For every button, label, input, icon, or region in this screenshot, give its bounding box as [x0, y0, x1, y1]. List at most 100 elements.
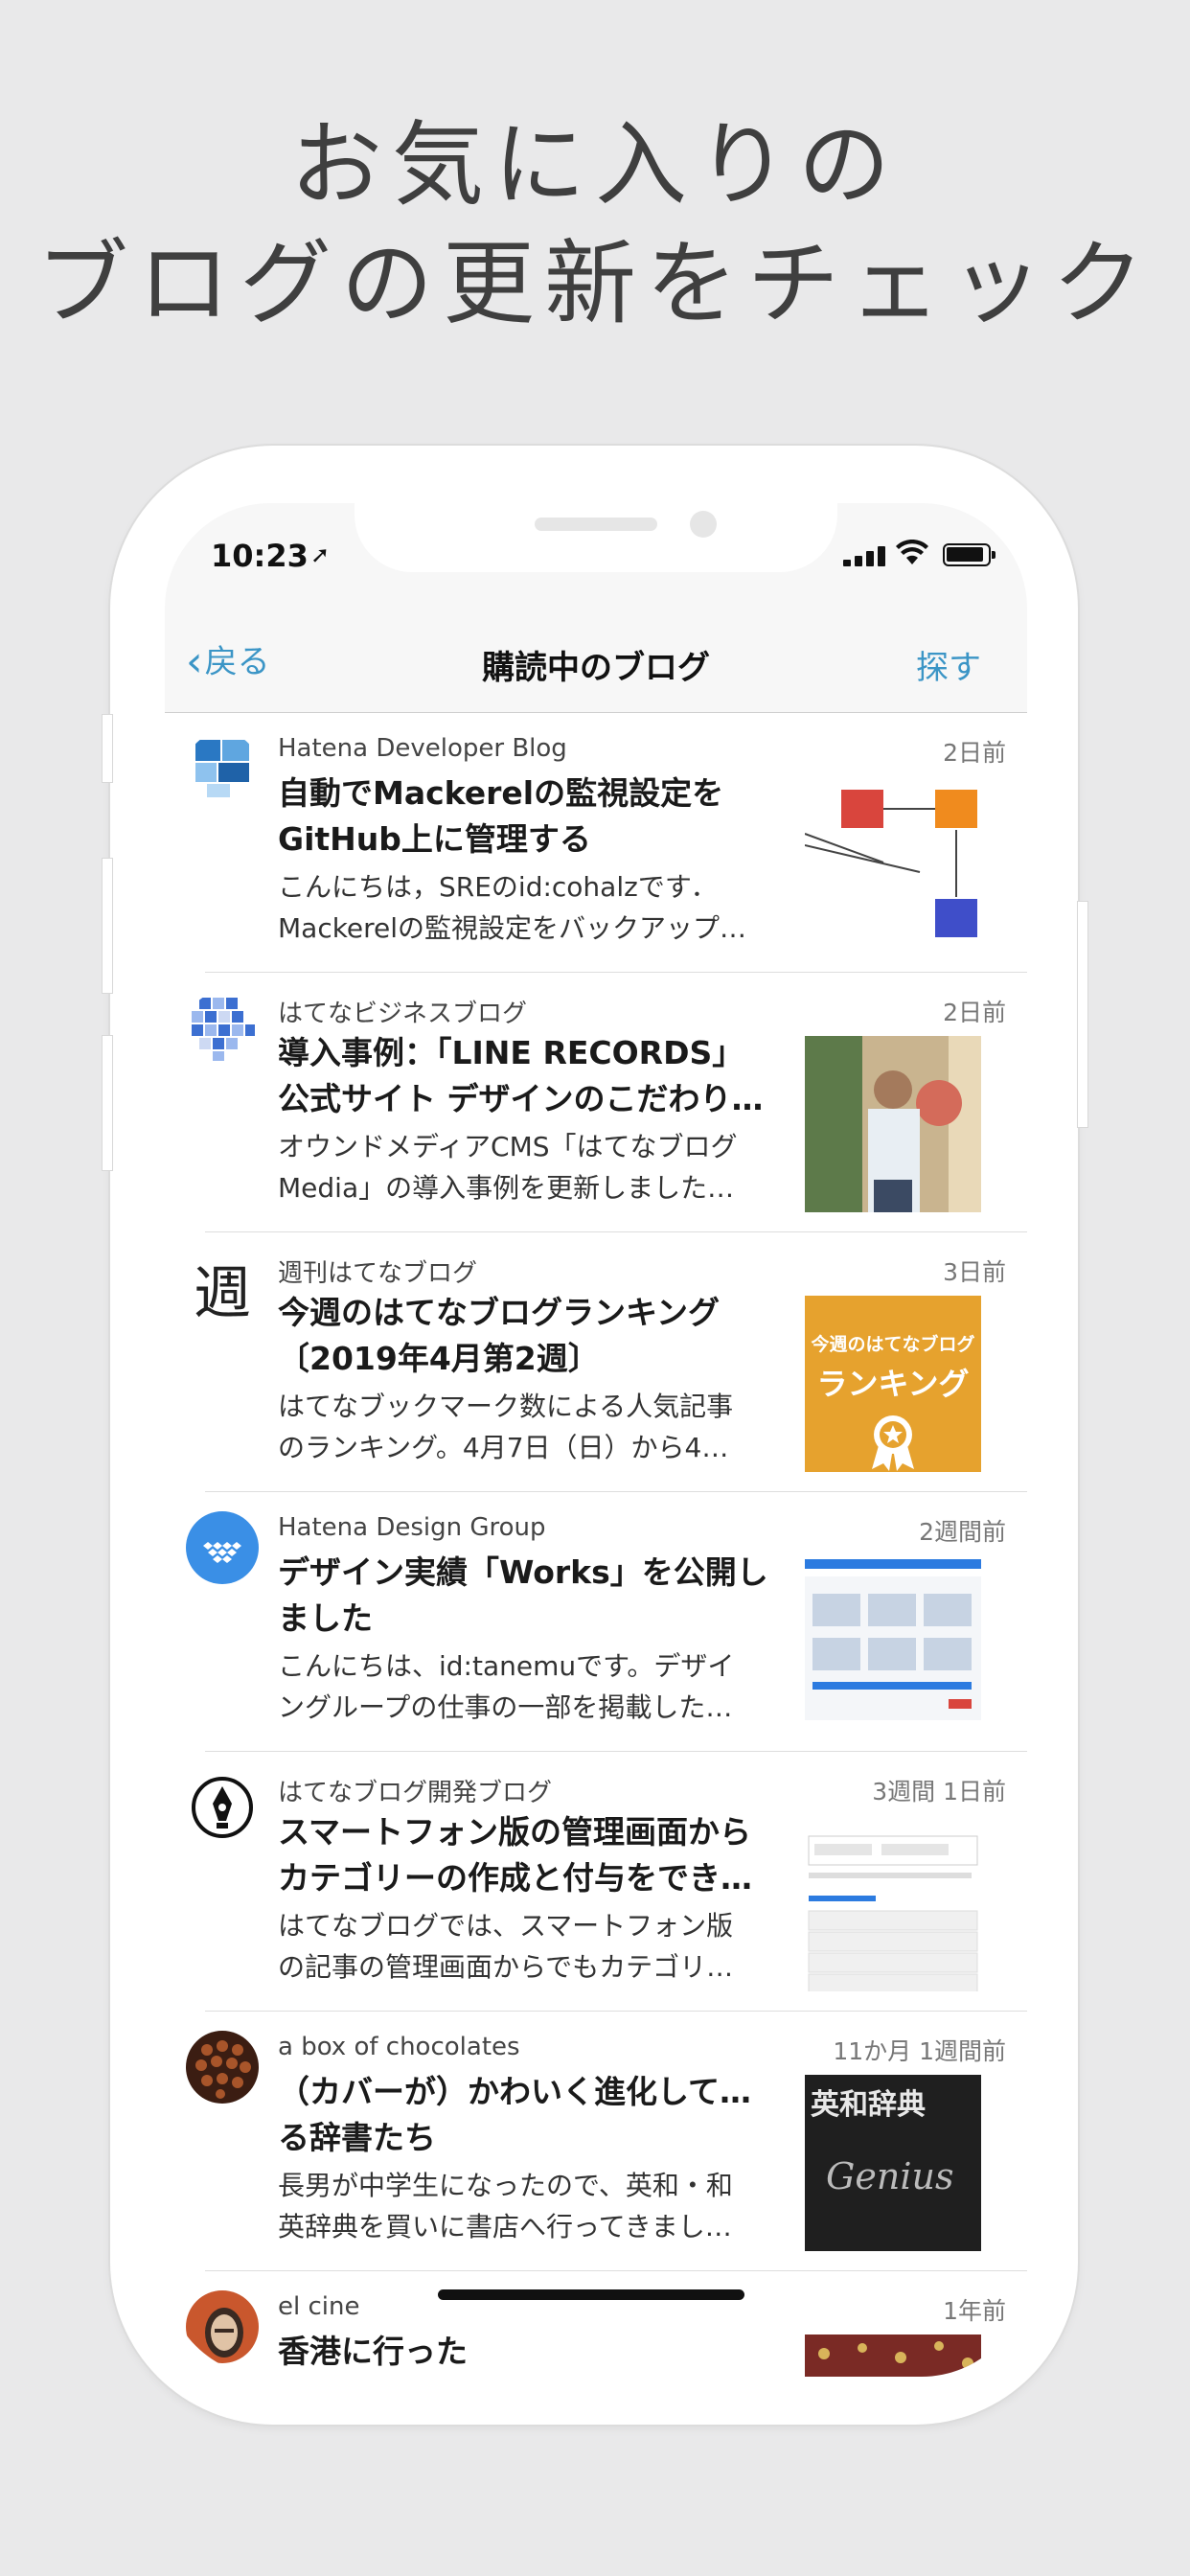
- camera: [690, 511, 717, 538]
- navigation-bar: ‹戻る 購読中のブログ 探す: [165, 609, 1027, 713]
- side-button-left-low: [102, 1035, 113, 1171]
- post-title: 今週のはてなブログランキング 〔2019年4月第2週〕: [278, 1290, 776, 1382]
- post-title: 自動でMackerelの監視設定を GitHub上に管理する: [278, 770, 776, 862]
- battery-icon: [943, 543, 995, 566]
- blog-name: Hatena Design Group: [278, 1513, 546, 1542]
- promo-headline: お気に入りの ブログの更新をチェック: [0, 105, 1190, 343]
- post-title: 香港に行った: [278, 2329, 776, 2375]
- home-indicator[interactable]: [438, 2289, 744, 2300]
- side-button-right: [1077, 901, 1088, 1128]
- list-item[interactable]: Hatena Developer Blog 2日前 自動でMackerelの監視…: [165, 713, 1027, 973]
- list-item[interactable]: a box of chocolates 11か月 1週間前 （カバーが）かわいく…: [165, 2012, 1027, 2271]
- blog-name: a box of chocolates: [278, 2033, 520, 2061]
- post-excerpt: オウンドメディアCMS「はてなブログ Media」の導入事例を更新しました…: [278, 1126, 776, 1208]
- post-title-line: る辞書たち: [278, 2119, 436, 2156]
- post-excerpt-line: はてなブックマーク数による人気記事: [278, 1391, 734, 1422]
- list-item[interactable]: はてなブログ開発ブログ 3週間 1日前 スマートフォン版の管理画面から カテゴリ…: [165, 1752, 1027, 2012]
- post-thumbnail: 今週のはてなブログ ランキング: [805, 1296, 981, 1472]
- post-date: 2日前: [943, 999, 1006, 1026]
- list-item[interactable]: はてなビジネスブログ 2日前 導入事例：「LINE RECORDS」 公式サイト…: [165, 973, 1027, 1232]
- location-arrow-icon: ➚: [310, 541, 331, 568]
- blog-name: el cine: [278, 2292, 360, 2321]
- post-excerpt-line: Media」の導入事例を更新しました…: [278, 1172, 735, 1204]
- subscribed-blog-list: Hatena Developer Blog 2日前 自動でMackerelの監視…: [165, 713, 1027, 2377]
- promo-line-2: ブログの更新をチェック: [36, 230, 1154, 337]
- post-excerpt: こんにちは、id:tanemuです。デザイ ングループの仕事の一部を掲載した…: [278, 1645, 776, 1728]
- post-excerpt-line: 英辞典を買いに書店へ行ってきまし…: [278, 2211, 732, 2242]
- post-title-line: （カバーが）かわいく進化している: [278, 2073, 776, 2110]
- post-excerpt: はてなブログでは、スマートフォン版 の記事の管理画面からでもカテゴリ…: [278, 1905, 776, 1988]
- side-button-left-top: [102, 714, 113, 783]
- blog-name: 週刊はてなブログ: [278, 1259, 478, 1288]
- post-excerpt-line: こんにちは、id:tanemuです。デザイ: [278, 1650, 735, 1682]
- list-item[interactable]: Hatena Design Group 2週間前 デザイン実績「Works」を公…: [165, 1492, 1027, 1752]
- weekly-kanji-icon: 週: [194, 1259, 251, 1325]
- post-title-line: 自動でMackerelの監視設定を: [278, 774, 724, 812]
- post-excerpt-line: こんにちは，SREのid:cohalzです．: [278, 871, 718, 903]
- post-title-line: スマートフォン版の管理画面から: [278, 1813, 752, 1851]
- blog-avatar: [186, 1771, 259, 1844]
- promo-line-1: お気に入りの: [290, 111, 900, 218]
- post-excerpt: こんにちは，SREのid:cohalzです． Mackerelの監視設定をバック…: [278, 866, 776, 949]
- post-title-line: 〔2019年4月第2週〕: [278, 1340, 600, 1377]
- post-excerpt-line: 長男が中学生になったので、英和・和: [278, 2170, 733, 2201]
- post-thumbnail: [805, 1815, 981, 1991]
- post-title-line: GitHub上に管理する: [278, 820, 591, 858]
- dictionary-cover-logo: Genius: [826, 2155, 954, 2197]
- blog-name: はてなビジネスブログ: [278, 1000, 528, 1028]
- thumb-caption-small: 今週のはてなブログ: [811, 1334, 975, 1355]
- post-title-line: 香港に行った: [278, 2333, 468, 2370]
- wifi-icon: [895, 539, 929, 574]
- blog-avatar: [186, 2031, 259, 2104]
- blog-avatar: [186, 1511, 259, 1584]
- blog-name: はてなブログ開発ブログ: [278, 1779, 553, 1807]
- post-excerpt-line: Mackerelの監視設定をバックアップ…: [278, 912, 747, 944]
- phone-screen: 10:23 ➚ ‹戻る 購読中のブログ 探す Hatena Developer …: [165, 503, 1027, 2377]
- post-date: 11か月 1週間前: [833, 2037, 1006, 2065]
- page-title: 購読中のブログ: [482, 649, 710, 687]
- list-item[interactable]: 週 週刊はてなブログ 3日前 今週のはてなブログランキング 〔2019年4月第2…: [165, 1232, 1027, 1492]
- post-title: （カバーが）かわいく進化している る辞書たち: [278, 2069, 776, 2161]
- list-item[interactable]: el cine 1年前 香港に行った: [165, 2271, 1027, 2377]
- notch: [355, 503, 837, 572]
- post-date: 2日前: [943, 739, 1006, 767]
- award-ribbon-icon: [805, 1414, 981, 1472]
- post-title-line: 公式サイト デザインのこだわり…: [278, 1080, 764, 1117]
- post-title-line: カテゴリーの作成と付与をでき…: [278, 1859, 752, 1897]
- post-thumbnail: [805, 776, 981, 953]
- speaker: [535, 518, 657, 531]
- post-date: 2週間前: [919, 1518, 1006, 1546]
- post-excerpt: 長男が中学生になったので、英和・和 英辞典を買いに書店へ行ってきまし…: [278, 2165, 776, 2247]
- post-thumbnail: [805, 1555, 981, 1732]
- post-date: 1年前: [943, 2297, 1006, 2325]
- post-date: 3日前: [943, 1258, 1006, 1286]
- post-title-line: ました: [278, 1599, 373, 1637]
- post-title: デザイン実績「Works」を公開し ました: [278, 1550, 776, 1642]
- post-title: スマートフォン版の管理画面から カテゴリーの作成と付与をでき…: [278, 1809, 776, 1901]
- blog-avatar: [186, 992, 259, 1065]
- post-thumbnail: [805, 1036, 981, 1212]
- cellular-signal-icon: [843, 545, 885, 566]
- post-thumbnail: [805, 2334, 981, 2377]
- blog-avatar: [186, 732, 259, 805]
- blog-avatar: 週: [186, 1252, 259, 1324]
- post-title-line: 導入事例：「LINE RECORDS」: [278, 1034, 744, 1071]
- status-time: 10:23: [211, 538, 309, 574]
- post-title-line: デザイン実績「Works」を公開し: [278, 1553, 768, 1591]
- post-excerpt-line: はてなブログでは、スマートフォン版: [278, 1910, 734, 1942]
- blog-avatar: [186, 2290, 259, 2363]
- post-excerpt-line: のランキング。4月7日（日）から4…: [278, 1432, 729, 1463]
- post-excerpt: はてなブックマーク数による人気記事 のランキング。4月7日（日）から4…: [278, 1386, 776, 1468]
- thumb-caption-large: ランキング: [816, 1366, 970, 1402]
- post-excerpt-line: ングループの仕事の一部を掲載した…: [278, 1691, 733, 1723]
- post-date: 3週間 1日前: [872, 1778, 1006, 1806]
- post-excerpt-line: オウンドメディアCMS「はてなブログ: [278, 1131, 738, 1162]
- blog-name: Hatena Developer Blog: [278, 734, 567, 763]
- post-title-line: 今週のはてなブログランキング: [278, 1294, 721, 1331]
- post-title: 導入事例：「LINE RECORDS」 公式サイト デザインのこだわり…: [278, 1030, 776, 1122]
- post-excerpt-line: の記事の管理画面からでもカテゴリ…: [278, 1951, 734, 1983]
- dictionary-cover-title: 英和辞典: [811, 2088, 926, 2122]
- post-thumbnail: 英和辞典 Genius: [805, 2075, 981, 2251]
- side-button-left-mid: [102, 858, 113, 994]
- search-button[interactable]: 探す: [916, 641, 981, 688]
